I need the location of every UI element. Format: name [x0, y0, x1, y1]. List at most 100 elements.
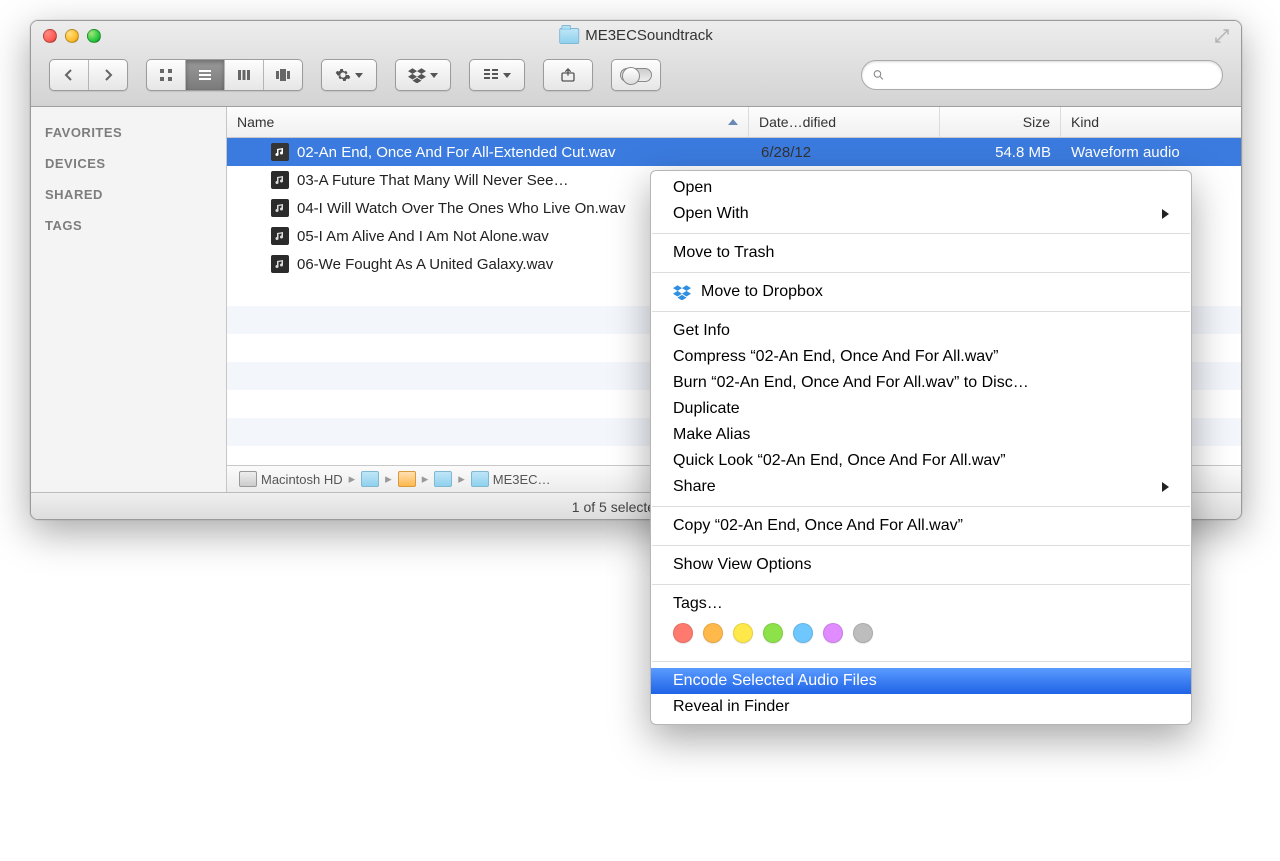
column-header-name[interactable]: Name — [227, 107, 749, 137]
ctx-separator — [652, 233, 1190, 234]
column-header-size[interactable]: Size — [940, 107, 1061, 137]
zoom-window-button[interactable] — [87, 29, 101, 43]
arrange-button[interactable] — [470, 60, 524, 90]
ctx-quick-look[interactable]: Quick Look “02-An End, Once And For All.… — [651, 448, 1191, 474]
audio-file-icon — [271, 171, 289, 189]
crumb-separator: ▸ — [422, 471, 429, 487]
ctx-tag-color-row — [651, 617, 1191, 655]
tag-color-green[interactable] — [763, 623, 783, 643]
file-kind: Waveform audio — [1061, 144, 1241, 161]
path-crumb[interactable] — [361, 471, 379, 487]
ctx-label: Move to Dropbox — [701, 283, 823, 301]
ctx-copy[interactable]: Copy “02-An End, Once And For All.wav” — [651, 513, 1191, 539]
column-header-kind[interactable]: Kind — [1061, 107, 1241, 137]
window-title-text: ME3ECSoundtrack — [585, 27, 713, 44]
audio-file-icon — [271, 199, 289, 217]
tag-color-red[interactable] — [673, 623, 693, 643]
dropbox-toolbar[interactable] — [395, 59, 451, 91]
context-menu: Open Open With Move to Trash Move to Dro… — [650, 170, 1192, 725]
edit-tags-button[interactable] — [612, 60, 660, 90]
search-icon — [872, 68, 885, 82]
tag-color-orange[interactable] — [703, 623, 723, 643]
audio-file-icon — [271, 227, 289, 245]
ctx-burn[interactable]: Burn “02-An End, Once And For All.wav” t… — [651, 370, 1191, 396]
submenu-arrow-icon — [1162, 209, 1169, 219]
dropbox-icon — [408, 67, 426, 83]
sidebar-section-tags[interactable]: TAGS — [31, 208, 226, 239]
path-crumb[interactable]: ME3EC… — [471, 471, 551, 487]
ctx-label: Share — [673, 478, 716, 496]
coverflow-view-button[interactable] — [264, 60, 302, 90]
arrange-icon — [483, 68, 499, 82]
ctx-view-options[interactable]: Show View Options — [651, 552, 1191, 578]
list-view-button[interactable] — [186, 60, 225, 90]
column-view-button[interactable] — [225, 60, 264, 90]
share-toolbar[interactable] — [543, 59, 593, 91]
ctx-separator — [652, 506, 1190, 507]
chevron-down-icon — [355, 73, 363, 78]
sidebar-section-favorites[interactable]: FAVORITES — [31, 115, 226, 146]
window-traffic-lights — [43, 29, 101, 43]
audio-file-icon — [271, 255, 289, 273]
tag-color-gray[interactable] — [853, 623, 873, 643]
window-titlebar: ME3ECSoundtrack — [31, 21, 1241, 107]
folder-icon — [471, 471, 489, 487]
sidebar: FAVORITES DEVICES SHARED TAGS — [31, 107, 227, 492]
path-crumb[interactable] — [398, 471, 416, 487]
gear-icon — [335, 67, 351, 83]
ctx-reveal-in-finder[interactable]: Reveal in Finder — [651, 694, 1191, 720]
sidebar-section-shared[interactable]: SHARED — [31, 177, 226, 208]
search-input[interactable] — [891, 66, 1212, 84]
nav-back-forward — [49, 59, 128, 91]
toggle-icon — [620, 68, 652, 82]
path-crumb[interactable]: Macintosh HD — [239, 471, 343, 487]
crumb-label: ME3EC… — [493, 472, 551, 487]
dropbox-menu-button[interactable] — [396, 60, 450, 90]
arrange-menu[interactable] — [469, 59, 525, 91]
column-header-date[interactable]: Date…dified — [749, 107, 940, 137]
ctx-open-with[interactable]: Open With — [651, 201, 1191, 227]
ctx-move-to-dropbox[interactable]: Move to Dropbox — [651, 279, 1191, 305]
fullscreen-icon[interactable] — [1213, 27, 1231, 45]
icon-view-button[interactable] — [147, 60, 186, 90]
crumb-separator: ▸ — [458, 471, 465, 487]
path-crumb[interactable] — [434, 471, 452, 487]
forward-button[interactable] — [89, 60, 127, 90]
tag-color-purple[interactable] — [823, 623, 843, 643]
edit-tags-toolbar[interactable] — [611, 59, 661, 91]
folder-icon — [361, 471, 379, 487]
ctx-tags[interactable]: Tags… — [651, 591, 1191, 617]
ctx-separator — [652, 584, 1190, 585]
close-window-button[interactable] — [43, 29, 57, 43]
ctx-duplicate[interactable]: Duplicate — [651, 396, 1191, 422]
ctx-separator — [652, 311, 1190, 312]
column-header-name-label: Name — [237, 114, 274, 130]
audio-file-icon — [271, 143, 289, 161]
ctx-compress[interactable]: Compress “02-An End, Once And For All.wa… — [651, 344, 1191, 370]
ctx-get-info[interactable]: Get Info — [651, 318, 1191, 344]
tag-color-blue[interactable] — [793, 623, 813, 643]
file-size: 54.8 MB — [941, 144, 1061, 161]
ctx-open[interactable]: Open — [651, 175, 1191, 201]
share-button[interactable] — [544, 60, 592, 90]
file-name: 06-We Fought As A United Galaxy.wav — [297, 256, 553, 273]
ctx-move-to-trash[interactable]: Move to Trash — [651, 240, 1191, 266]
file-name: 05-I Am Alive And I Am Not Alone.wav — [297, 228, 549, 245]
back-button[interactable] — [50, 60, 89, 90]
ctx-share[interactable]: Share — [651, 474, 1191, 500]
home-icon — [398, 471, 416, 487]
ctx-make-alias[interactable]: Make Alias — [651, 422, 1191, 448]
tag-color-yellow[interactable] — [733, 623, 753, 643]
minimize-window-button[interactable] — [65, 29, 79, 43]
crumb-separator: ▸ — [385, 471, 392, 487]
file-row[interactable]: 02-An End, Once And For All-Extended Cut… — [227, 138, 1241, 166]
action-menu[interactable] — [321, 59, 377, 91]
search-field[interactable] — [861, 60, 1223, 90]
ctx-separator — [652, 545, 1190, 546]
file-name: 03-A Future That Many Will Never See… — [297, 172, 569, 189]
chevron-down-icon — [503, 73, 511, 78]
gear-menu-button[interactable] — [322, 60, 376, 90]
submenu-arrow-icon — [1162, 482, 1169, 492]
sidebar-section-devices[interactable]: DEVICES — [31, 146, 226, 177]
ctx-encode-audio[interactable]: Encode Selected Audio Files — [651, 668, 1191, 694]
